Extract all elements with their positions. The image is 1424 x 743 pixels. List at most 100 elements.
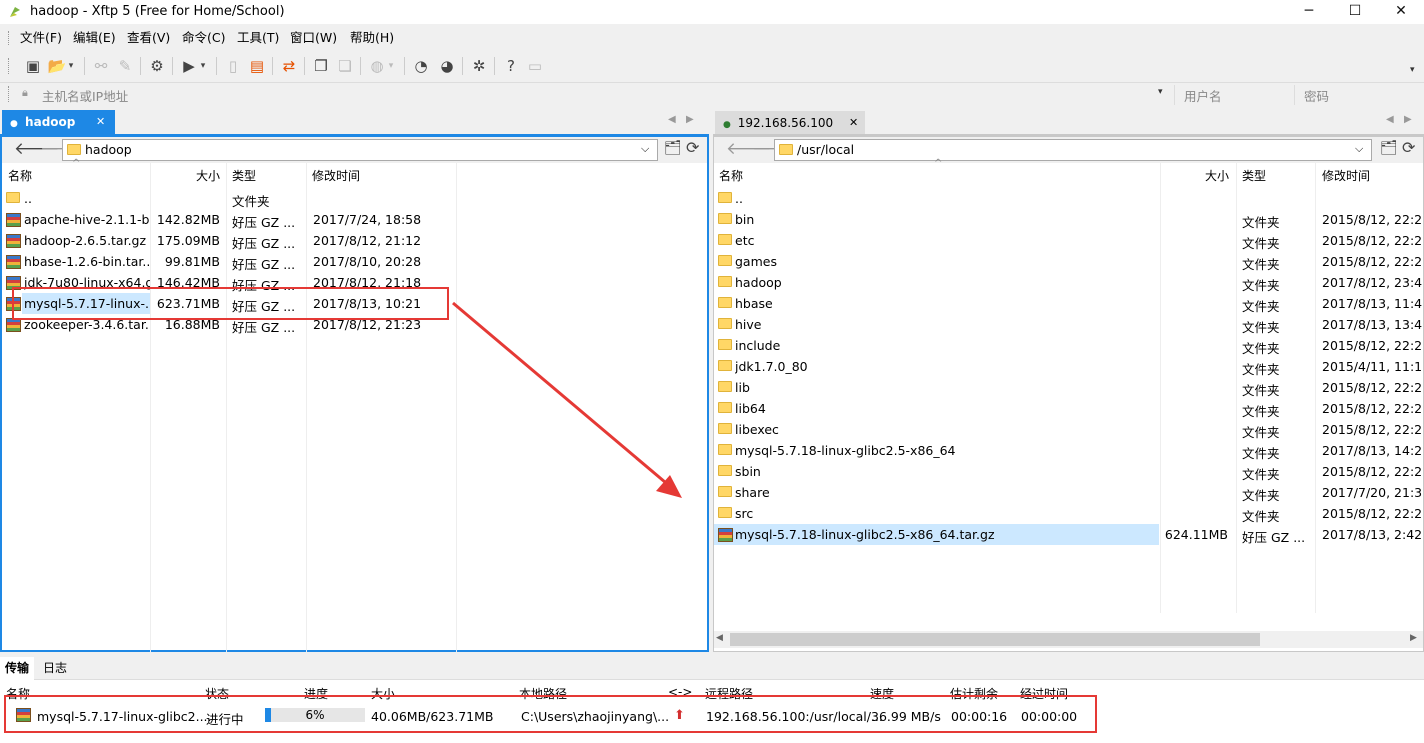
tab-remote[interactable]: ● 192.168.56.100 ✕ <box>715 111 865 134</box>
file-row[interactable]: bin 文件夹 2015/8/12, 22:22 <box>714 209 1423 230</box>
file-row[interactable]: etc 文件夹 2015/8/12, 22:22 <box>714 230 1423 251</box>
scroll-right-icon[interactable]: ▶ <box>1410 633 1417 643</box>
menu-help[interactable]: 帮助(H) <box>350 27 394 49</box>
tab-log[interactable]: 日志 <box>38 657 72 680</box>
menu-edit[interactable]: 编辑(E) <box>73 27 116 49</box>
file-row[interactable]: .. 文件夹 <box>2 188 707 209</box>
header-size[interactable]: 大小 <box>196 167 220 184</box>
dropdown-arrow-icon[interactable]: ▾ <box>66 55 76 77</box>
file-row[interactable]: jdk1.7.0_80 文件夹 2015/4/11, 11:12 <box>714 356 1423 377</box>
header-type[interactable]: 类型 <box>1242 167 1266 184</box>
tab-transfer[interactable]: 传输 <box>0 657 34 680</box>
file-row[interactable]: hadoop-2.6.5.tar.gz 175.09MB 好压 GZ ... 2017… <box>2 230 707 251</box>
username-input[interactable]: 用户名 <box>1184 86 1222 105</box>
menu-window[interactable]: 窗口(W) <box>290 27 337 49</box>
file-row[interactable]: games 文件夹 2015/8/12, 22:22 <box>714 251 1423 272</box>
browse-folder-icon[interactable]: 🗂︎ <box>1380 140 1398 156</box>
menu-view[interactable]: 查看(V) <box>127 27 170 49</box>
toolbar-overflow-icon[interactable]: ▾ <box>1410 65 1415 75</box>
browse-folder-icon[interactable]: 🗂︎ <box>664 140 682 156</box>
file-type: 文件夹 <box>1242 488 1280 503</box>
file-row[interactable]: .. <box>714 188 1423 209</box>
file-modified: 2017/8/13, 14:27 <box>1322 443 1422 458</box>
transfer-icon[interactable]: ▶ <box>178 55 200 77</box>
refresh-icon[interactable]: ⟳ <box>686 138 699 157</box>
file-name: jdk1.7.0_80 <box>735 359 808 374</box>
window-title: hadoop - Xftp 5 (Free for Home/School) <box>30 4 285 19</box>
file-row[interactable]: hive 文件夹 2017/8/13, 13:45 <box>714 314 1423 335</box>
menu-tools[interactable]: 工具(T) <box>237 27 279 49</box>
file-row[interactable]: share 文件夹 2017/7/20, 21:34 <box>714 482 1423 503</box>
log-file-icon[interactable]: ▤ <box>246 55 268 77</box>
file-type: 文件夹 <box>1242 509 1280 524</box>
file-row[interactable]: src 文件夹 2015/8/12, 22:22 <box>714 503 1423 524</box>
folder-icon <box>718 486 732 497</box>
sort-ascending-icon: ^ <box>72 158 81 169</box>
tab-scroll-right-icon[interactable]: ▶ <box>1404 114 1412 125</box>
header-name[interactable]: 名称 <box>719 167 743 184</box>
host-dropdown-icon[interactable]: ▾ <box>1158 87 1163 97</box>
tab-local[interactable]: ● hadoop ✕ <box>2 110 115 134</box>
path-dropdown-icon[interactable]: ⌵ <box>1355 142 1363 156</box>
tab-scroll-left-icon[interactable]: ◀ <box>668 114 676 125</box>
copy-icon[interactable]: ❐ <box>310 55 332 77</box>
file-row[interactable]: hbase 文件夹 2017/8/13, 11:45 <box>714 293 1423 314</box>
header-size[interactable]: 大小 <box>1205 167 1229 184</box>
header-modified[interactable]: 修改时间 <box>1322 167 1370 184</box>
file-modified: 2015/8/12, 22:22 <box>1322 422 1422 437</box>
file-name: mysql-5.7.18-linux-glibc2.5-x86_64.tar.g… <box>735 527 995 542</box>
close-tab-icon[interactable]: ✕ <box>849 111 858 135</box>
file-type: 文件夹 <box>1242 446 1280 461</box>
folder-icon <box>6 192 20 203</box>
sync-icon[interactable]: ⇄ <box>278 55 300 77</box>
scrollbar-thumb[interactable] <box>730 633 1260 646</box>
help-icon[interactable]: ? <box>500 55 522 77</box>
file-name: hbase-1.2.6-bin.tar.... <box>24 254 150 269</box>
file-row[interactable]: lib 文件夹 2015/8/12, 22:22 <box>714 377 1423 398</box>
horizontal-scrollbar[interactable]: ◀ ▶ <box>714 631 1423 648</box>
file-row[interactable]: mysql-5.7.18-linux-glibc2.5-x86_64 文件夹 201… <box>714 440 1423 461</box>
folder-icon <box>67 144 81 155</box>
local-path-box[interactable]: hadoop ⌵ <box>62 139 658 161</box>
new-session-icon[interactable]: ▣ <box>22 55 44 77</box>
tab-scroll-right-icon[interactable]: ▶ <box>686 114 694 125</box>
file-row[interactable]: sbin 文件夹 2015/8/12, 22:22 <box>714 461 1423 482</box>
open-folder-icon[interactable]: 📂 <box>46 55 68 77</box>
menu-command[interactable]: 命令(C) <box>182 27 225 49</box>
remote-nav-row: 🡐 🡒 /usr/local ⌵ 🗂︎ ⟳ <box>714 137 1423 163</box>
remote-path-box[interactable]: /usr/local ⌵ <box>774 139 1372 161</box>
file-row[interactable]: lib64 文件夹 2015/8/12, 22:22 <box>714 398 1423 419</box>
tab-scroll-left-icon[interactable]: ◀ <box>1386 114 1394 125</box>
header-name[interactable]: 名称 <box>8 167 32 184</box>
settings-gear-icon[interactable]: ✲ <box>468 55 490 77</box>
host-input[interactable]: 主机名或IP地址 <box>42 86 128 105</box>
close-tab-icon[interactable]: ✕ <box>96 110 105 134</box>
file-size: 175.09MB <box>156 233 220 248</box>
file-type: 好压 GZ ... <box>1242 530 1306 545</box>
password-input[interactable]: 密码 <box>1304 86 1329 105</box>
header-modified[interactable]: 修改时间 <box>312 167 360 184</box>
file-row[interactable]: hbase-1.2.6-bin.tar.... 99.81MB 好压 GZ ... 2… <box>2 251 707 272</box>
properties-icon[interactable]: ⚙ <box>146 55 168 77</box>
maximize-button[interactable]: ☐ <box>1332 0 1378 24</box>
close-button[interactable]: ✕ <box>1378 0 1424 24</box>
file-type: 文件夹 <box>1242 404 1280 419</box>
folder-icon <box>718 444 732 455</box>
file-row[interactable]: hadoop 文件夹 2017/8/12, 23:48 <box>714 272 1423 293</box>
folder-icon <box>718 339 732 350</box>
header-type[interactable]: 类型 <box>232 167 256 184</box>
file-row[interactable]: mysql-5.7.18-linux-glibc2.5-x86_64.tar.g… <box>714 524 1423 545</box>
xshell-icon[interactable]: ◔ <box>410 55 432 77</box>
xftp-icon[interactable]: ◕ <box>436 55 458 77</box>
path-dropdown-icon[interactable]: ⌵ <box>641 142 649 156</box>
scroll-left-icon[interactable]: ◀ <box>716 633 723 643</box>
file-row[interactable]: apache-hive-2.1.1-b... 142.82MB 好压 GZ ... 2… <box>2 209 707 230</box>
refresh-icon[interactable]: ⟳ <box>1402 138 1415 157</box>
file-row[interactable]: include 文件夹 2015/8/12, 22:22 <box>714 335 1423 356</box>
file-row[interactable]: libexec 文件夹 2015/8/12, 22:22 <box>714 419 1423 440</box>
menu-file[interactable]: 文件(F) <box>20 27 62 49</box>
minimize-button[interactable]: ─ <box>1286 0 1332 24</box>
annotation-arrow <box>452 301 682 498</box>
folder-icon <box>718 318 732 329</box>
dropdown-arrow-icon[interactable]: ▾ <box>198 55 208 77</box>
